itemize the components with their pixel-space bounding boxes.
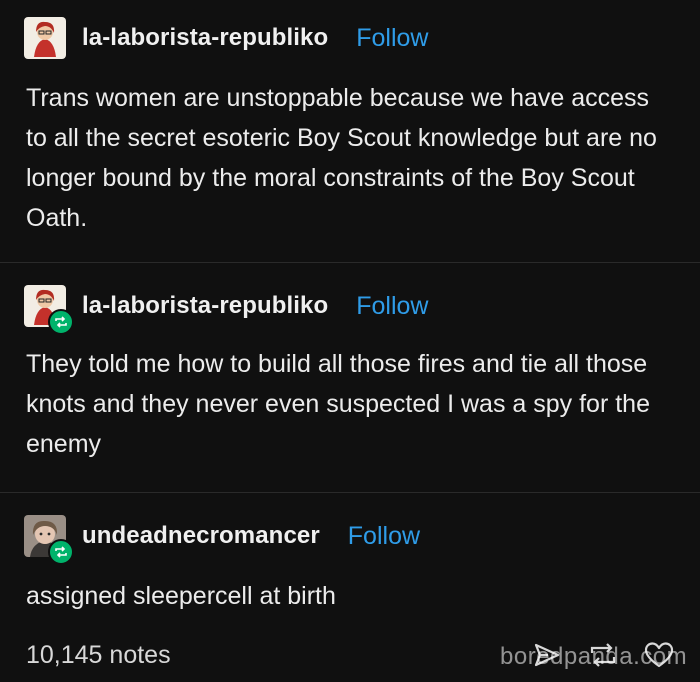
username[interactable]: undeadnecromancer (82, 522, 320, 550)
post-block-1: la-laborista-republiko Follow Trans wome… (0, 0, 700, 262)
post-text: assigned sleepercell at birth (26, 582, 336, 610)
follow-button[interactable]: Follow (356, 292, 428, 321)
avatar[interactable] (24, 515, 74, 565)
reblog-small-icon (55, 546, 67, 558)
post-header-2: la-laborista-republiko Follow (24, 284, 429, 335)
reblog-small-icon (55, 316, 67, 328)
avatar[interactable] (24, 17, 66, 59)
post-text: Trans women are unstoppable because we h… (26, 84, 657, 232)
avatar[interactable] (24, 285, 74, 335)
post-header-1: la-laborista-republiko Follow (24, 16, 429, 60)
username[interactable]: la-laborista-republiko (82, 292, 328, 320)
follow-button[interactable]: Follow (356, 24, 428, 53)
tumblr-post: la-laborista-republiko Follow Trans wome… (0, 0, 700, 682)
notes-count[interactable]: 10,145 notes (26, 641, 171, 670)
username[interactable]: la-laborista-republiko (82, 24, 328, 52)
watermark: boredpanda.com (500, 643, 688, 670)
reblog-badge (48, 539, 74, 565)
avatar-image (24, 17, 66, 59)
post-block-2: la-laborista-republiko Follow They told … (0, 262, 700, 492)
post-text: They told me how to build all those fire… (26, 350, 650, 458)
follow-button[interactable]: Follow (348, 522, 420, 551)
reblog-badge (48, 309, 74, 335)
post-header-3: undeadnecromancer Follow (24, 514, 420, 565)
